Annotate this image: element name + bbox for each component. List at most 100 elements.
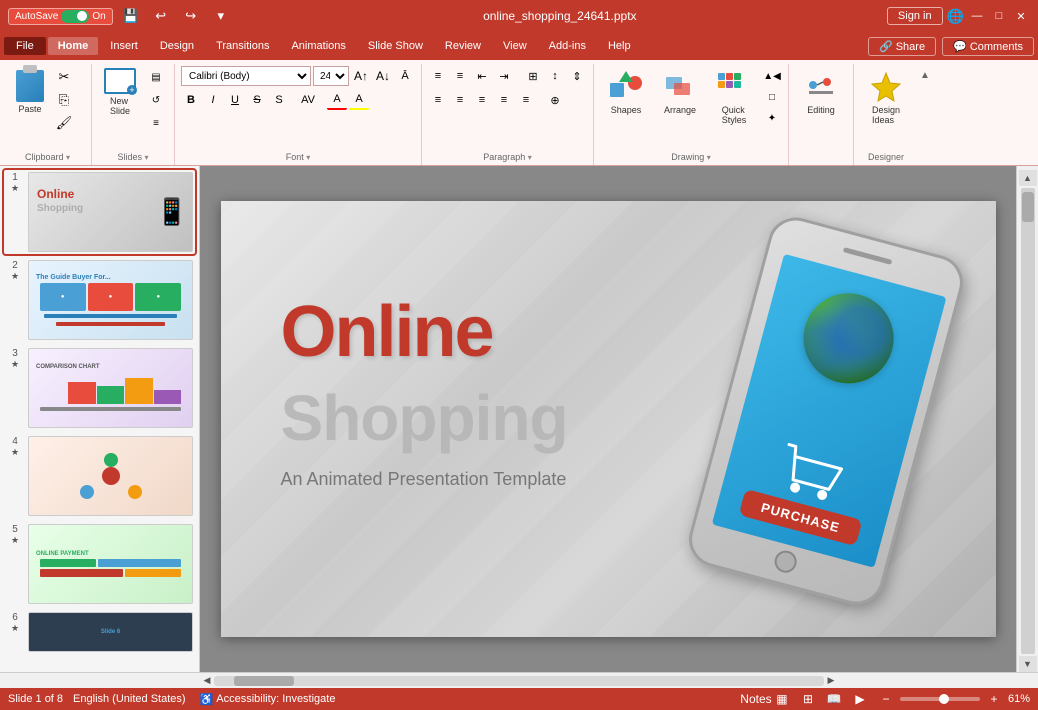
increase-font-button[interactable]: A↑ [351,66,371,86]
maximize-button[interactable]: □ [990,7,1008,25]
quick-styles-label: Quick Styles [722,105,747,125]
h-scroll-track[interactable] [214,676,824,686]
menu-item-addins[interactable]: Add-ins [539,37,596,55]
zoom-slider[interactable] [900,697,980,701]
editing-button[interactable]: Editing [795,66,847,118]
menu-item-review[interactable]: Review [435,37,491,55]
design-ideas-button[interactable]: Design Ideas [860,66,912,128]
slide-thumb-4[interactable]: 4 ★ [4,434,195,518]
columns-button[interactable]: ⊞ [523,66,543,86]
slide-thumb-1[interactable]: 1 ★ Online Shopping 📱 [4,170,195,254]
reading-view-button[interactable]: 📖 [824,691,844,707]
decrease-font-button[interactable]: A↓ [373,66,393,86]
slideshow-button[interactable]: ▶ [850,691,870,707]
h-scroll-thumb [234,676,294,686]
italic-button[interactable]: I [203,90,223,110]
smartart-button[interactable]: ⊕ [545,90,565,110]
ribbon-collapse-area: ▲ [918,64,932,165]
menu-item-file[interactable]: File [4,37,46,55]
menu-item-help[interactable]: Help [598,37,641,55]
scroll-down-button[interactable]: ▼ [1019,656,1037,672]
menu-item-slideshow[interactable]: Slide Show [358,37,433,55]
shape-fill-button[interactable]: ▲◀ [762,66,782,86]
section-button[interactable]: ≡ [144,112,168,134]
cut-button[interactable]: ✂ [52,66,76,88]
scroll-right-button[interactable]: ▶ [824,674,838,688]
textshadow-button[interactable]: S [269,90,289,110]
numbering-button[interactable]: ≡ [450,66,470,86]
customize-quick-access[interactable]: ▾ [209,5,233,27]
clear-format-button[interactable]: Ā [395,66,415,86]
save-button[interactable]: 💾 [119,5,143,27]
justify-button[interactable]: ≡ [494,90,514,110]
font-color-button[interactable]: A [327,90,347,110]
text-direction-button[interactable]: ⇕ [567,66,587,86]
ribbon-group-drawing: Shapes Arrange [594,64,789,165]
slides-label: Slides ▾ [98,149,168,165]
paste-button[interactable]: Paste [10,66,50,118]
arrange-button[interactable]: Arrange [654,66,706,118]
shape-outline-button[interactable]: □ [762,87,782,107]
reset-button[interactable]: ↺ [144,89,168,111]
slide-num-5: 5 [12,524,18,535]
slide-num-area-6: 6 ★ [6,612,24,634]
autosave-toggle[interactable] [61,10,89,23]
layout-button[interactable]: ▤ [144,66,168,88]
increase-indent-button[interactable]: ⇥ [494,66,514,86]
zoom-out-button[interactable]: − [876,691,896,707]
align-right-button[interactable]: ≡ [472,90,492,110]
strikethrough-button[interactable]: S [247,90,267,110]
notes-button[interactable]: Notes [746,691,766,707]
menu-item-view[interactable]: View [493,37,537,55]
align-left-button[interactable]: ≡ [428,90,448,110]
redo-button[interactable]: ↪ [179,5,203,27]
align-center-button[interactable]: ≡ [450,90,470,110]
highlight-button[interactable]: A [349,90,369,110]
slide-thumb-5[interactable]: 5 ★ ONLINE PAYMENT [4,522,195,606]
quick-styles-button[interactable]: Quick Styles [708,66,760,128]
underline-button[interactable]: U [225,90,245,110]
new-slide-button[interactable]: New Slide [98,66,142,118]
font-size-select[interactable]: 24 [313,66,349,86]
slide-sorter-button[interactable]: ⊞ [798,691,818,707]
minimize-button[interactable]: — [968,7,986,25]
right-scrollbar: ▲ ▼ [1016,166,1038,672]
bullets-button[interactable]: ≡ [428,66,448,86]
thumb6-content: Slide 6 [29,613,192,651]
menu-item-transitions[interactable]: Transitions [206,37,279,55]
thumb2-content: The Guide Buyer For... ● ● ● [29,261,192,339]
collapse-ribbon-button[interactable]: ▲ [918,68,932,83]
shapes-button[interactable]: Shapes [600,66,652,118]
shape-effects-button[interactable]: ✦ [762,108,782,128]
share-button[interactable]: 🔗 Share [868,37,936,56]
menu-item-home[interactable]: Home [48,37,99,55]
menu-item-animations[interactable]: Animations [281,37,355,55]
line-spacing-button[interactable]: ↕ [545,66,565,86]
scroll-track[interactable] [1021,188,1035,654]
slide-thumb-3[interactable]: 3 ★ COMPARISON CHART [4,346,195,430]
undo-button[interactable]: ↩ [149,5,173,27]
scroll-left-button[interactable]: ◀ [200,674,214,688]
decrease-indent-button[interactable]: ⇤ [472,66,492,86]
format-painter-button[interactable]: 🖌 [52,112,76,134]
slide-canvas[interactable]: Online Shopping An Animated Presentation… [221,201,996,637]
menu-item-insert[interactable]: Insert [100,37,148,55]
scroll-up-button[interactable]: ▲ [1019,170,1037,186]
close-button[interactable]: ✕ [1012,7,1030,25]
slide-thumb-2[interactable]: 2 ★ The Guide Buyer For... ● ● ● [4,258,195,342]
comments-button[interactable]: 💬 Comments [942,37,1034,56]
sign-in-button[interactable]: Sign in [887,7,943,25]
font-name-select[interactable]: Calibri (Body) [181,66,311,86]
new-slide-label: New Slide [110,96,130,116]
align-justify-button[interactable]: ≡ [516,90,536,110]
copy-button[interactable]: ⎘ [52,89,76,111]
character-spacing-button[interactable]: AV [298,90,318,110]
accessibility-icon: ♿ [200,693,214,706]
autosave-badge[interactable]: AutoSave On [8,8,113,25]
slide-thumb-6[interactable]: 6 ★ Slide 6 [4,610,195,654]
normal-view-button[interactable]: ▦ [772,691,792,707]
slide-star-2: ★ [11,271,19,282]
zoom-in-button[interactable]: + [984,691,1004,707]
menu-item-design[interactable]: Design [150,37,204,55]
bold-button[interactable]: B [181,90,201,110]
